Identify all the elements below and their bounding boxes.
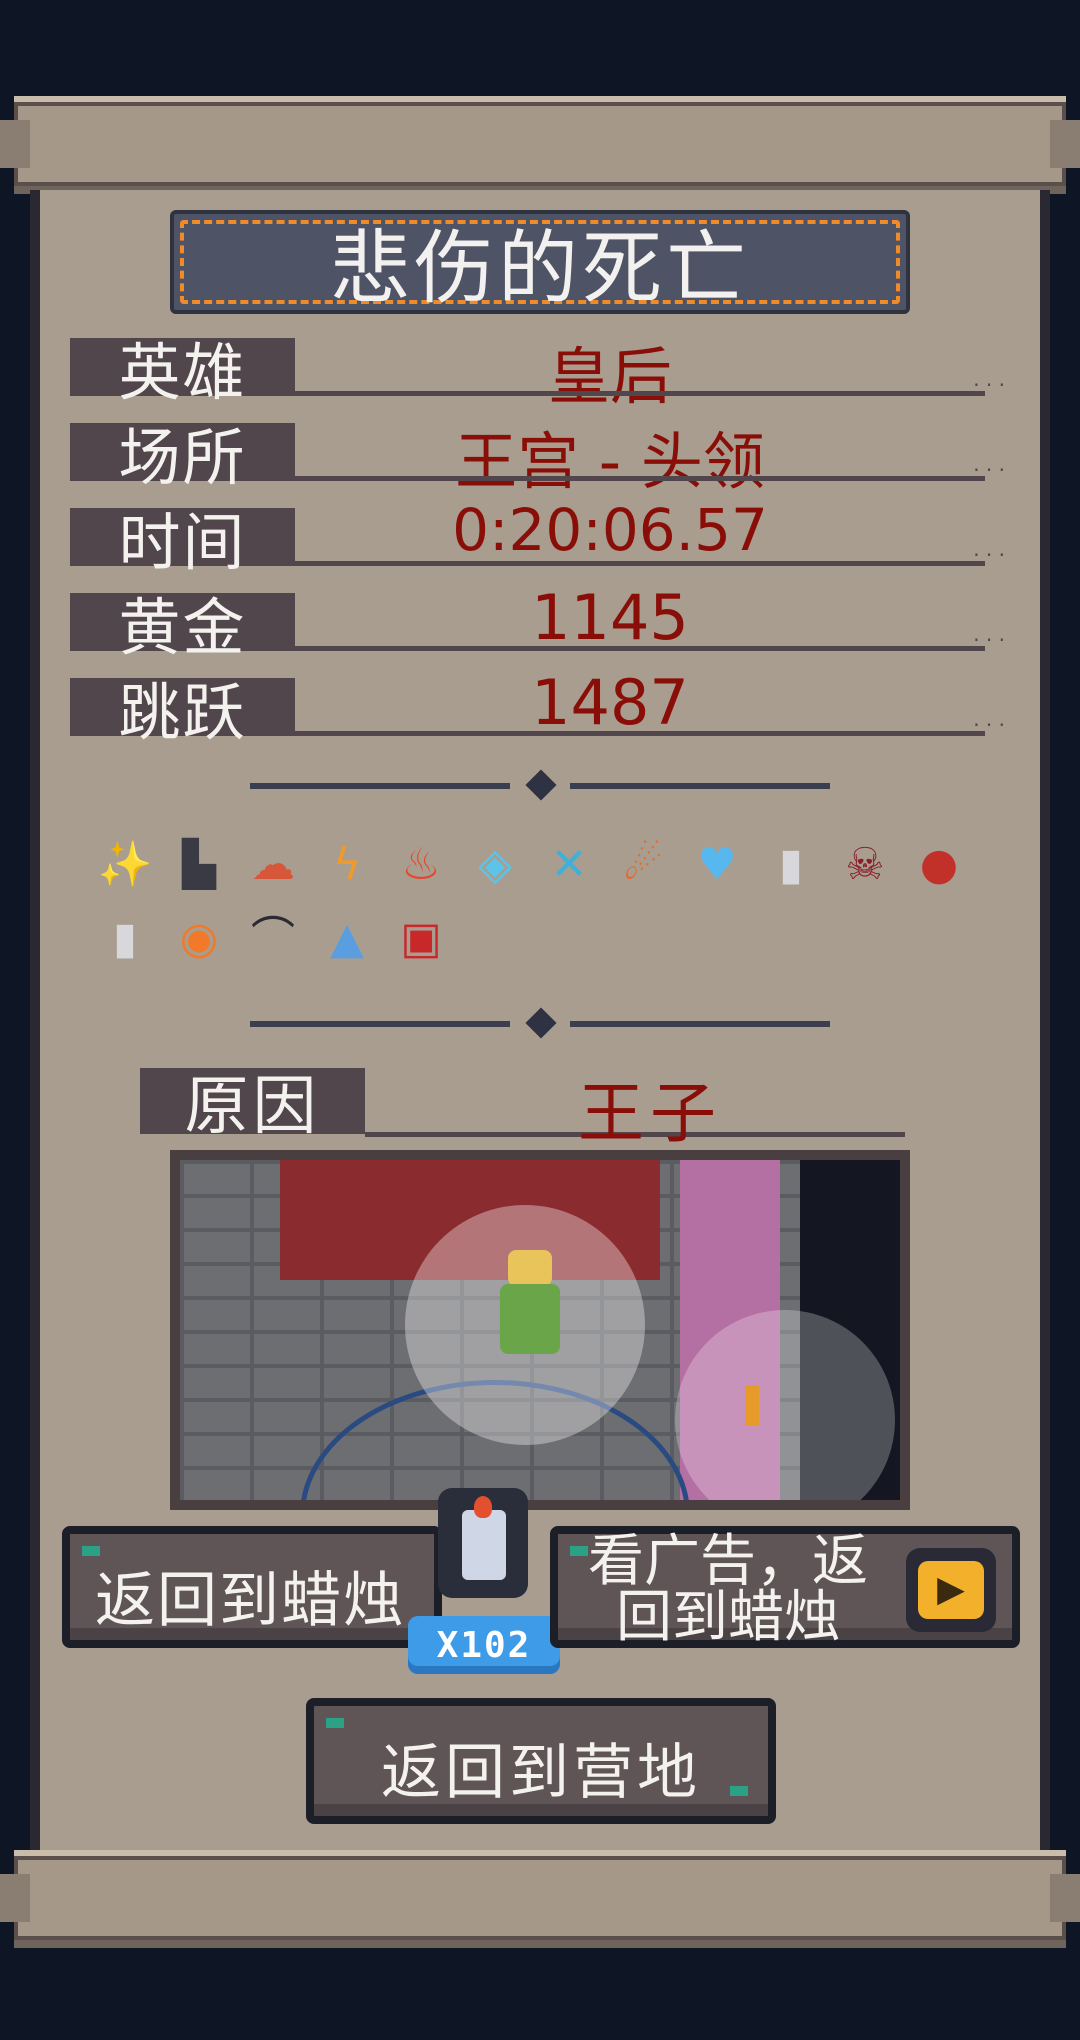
reason-label: 原因 <box>140 1068 365 1144</box>
reason-value: 王子 <box>578 1075 722 1152</box>
ornament-divider <box>250 1007 830 1039</box>
stat-value: 1487 <box>531 666 689 739</box>
page-title: 悲伤的死亡 <box>330 222 750 315</box>
mushroom-cloud-icon: ☁ <box>251 839 295 890</box>
watch-ad-return-button[interactable]: 看广告，返 回到蜡烛 ▶ <box>550 1526 1020 1648</box>
ice-cube-icon: ◈ <box>478 839 512 890</box>
stat-row-time: 时间 0:20:06.57 <box>70 496 1005 579</box>
scroll-bottom-roll <box>0 1850 1080 1948</box>
stat-row-location: 场所 王宫 - 头领 <box>70 415 1005 498</box>
boomerang-icon: ⌒ <box>251 913 295 964</box>
ice-shards-icon: ▲ <box>330 913 364 964</box>
stat-value: 皇后 <box>547 340 672 413</box>
stat-row-gold: 黄金 1145 <box>70 581 1005 664</box>
stat-value: 1145 <box>531 581 689 654</box>
scroll-top-roll <box>0 96 1080 194</box>
hero-sprite <box>490 1250 570 1360</box>
boot-icon: ▙ <box>182 839 216 890</box>
ice-crossed-swords-icon: ✕ <box>550 839 588 890</box>
stat-row-hero: 英雄 皇后 <box>70 330 1005 413</box>
jar-icon: ▮ <box>778 839 804 890</box>
stat-underline <box>295 628 1005 652</box>
stat-underline <box>295 373 1005 397</box>
stat-underline <box>295 713 1005 737</box>
demon-card-icon: ▣ <box>400 913 442 964</box>
red-orb-icon: ● <box>919 839 959 890</box>
button-label-line1: 看广告，返 <box>588 1529 868 1594</box>
stat-underline <box>295 458 1005 482</box>
button-label-line2: 回到蜡烛 <box>616 1585 840 1650</box>
sparkle-stars-icon: ✨ <box>97 839 153 890</box>
video-ad-icon: ▶ <box>906 1548 996 1632</box>
title-banner: 悲伤的死亡 <box>170 210 910 315</box>
candle-icon <box>428 1488 538 1608</box>
stat-underline <box>295 543 1005 567</box>
candle-count-badge: X102 <box>408 1616 560 1674</box>
stat-row-jumps: 跳跃 1487 <box>70 666 1005 749</box>
stat-label: 时间 <box>70 506 295 579</box>
return-to-candle-button[interactable]: 返回到蜡烛 <box>62 1526 442 1648</box>
stat-value: 王宫 - 头领 <box>455 425 765 498</box>
button-label: 返回到蜡烛 <box>95 1566 405 1636</box>
torch-icon <box>745 1385 759 1425</box>
button-label: 看广告，返 回到蜡烛 <box>578 1534 878 1646</box>
return-to-camp-button[interactable]: 返回到营地 <box>306 1698 776 1824</box>
stat-value: 0:20:06.57 <box>452 496 768 564</box>
death-replay-snapshot <box>170 1150 910 1510</box>
lightning-icon: ϟ <box>332 839 362 890</box>
comet-icon: ☄ <box>623 839 663 890</box>
jar-icon: ▮ <box>112 913 138 964</box>
skull-crate-icon: ☠ <box>845 839 885 890</box>
fire-orb-icon: ◉ <box>179 913 219 964</box>
stat-label: 跳跃 <box>70 676 295 749</box>
stat-label: 场所 <box>70 421 295 494</box>
fire-icon: ♨ <box>401 839 441 890</box>
stat-label: 英雄 <box>70 336 295 409</box>
stat-label: 黄金 <box>70 591 295 664</box>
button-label: 返回到营地 <box>381 1738 701 1808</box>
ornament-divider <box>250 769 830 801</box>
blue-heart-icon: ♥ <box>697 839 737 890</box>
